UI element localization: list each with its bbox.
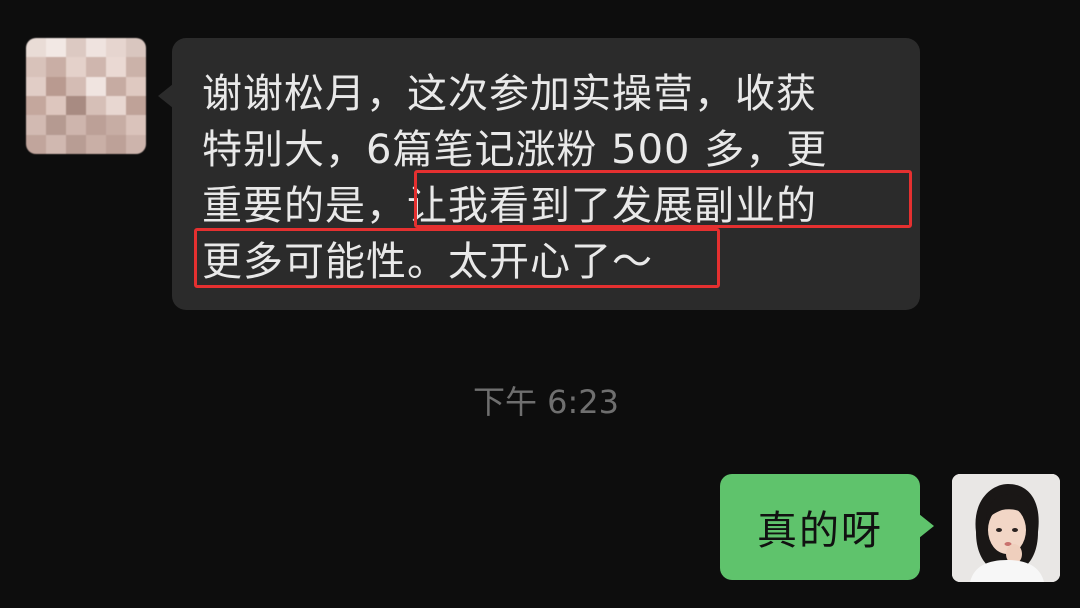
message-line-1: 谢谢松月，这次参加实操营，收获 — [202, 71, 817, 117]
user-avatar[interactable] — [952, 474, 1060, 582]
message-timestamp: 下午 6:23 — [472, 383, 620, 421]
highlight-box-2 — [194, 228, 720, 288]
chat-window: 谢谢松月，这次参加实操营，收获 特别大，6篇笔记涨粉 500 多，更 重要的是，… — [0, 0, 1080, 608]
highlight-box-1 — [414, 170, 912, 228]
girl-avatar-icon — [952, 474, 1060, 582]
outgoing-message-text: 真的呀 — [757, 508, 883, 554]
outgoing-message-bubble[interactable]: 真的呀 — [720, 474, 934, 580]
message-line-3-plain: 重要的是， — [202, 183, 407, 229]
contact-avatar[interactable] — [26, 38, 146, 154]
